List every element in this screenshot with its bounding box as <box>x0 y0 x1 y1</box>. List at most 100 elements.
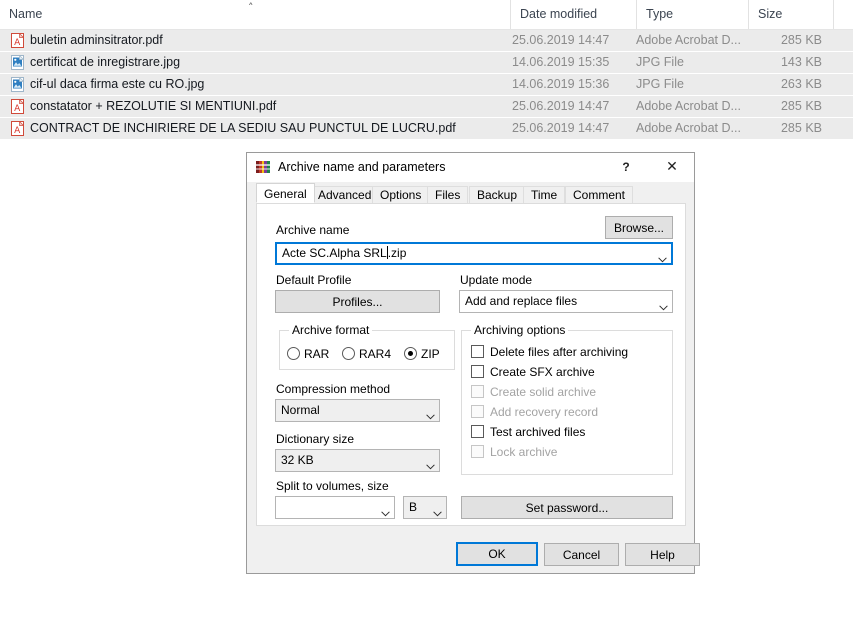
chevron-down-icon[interactable] <box>381 506 390 516</box>
svg-text:A: A <box>14 104 21 114</box>
checkbox-create-sfx-archive[interactable]: Create SFX archive <box>471 365 595 379</box>
file-size: 143 KB <box>780 55 822 69</box>
column-header-type[interactable]: Type <box>636 0 748 29</box>
winrar-books-icon <box>255 159 271 175</box>
dialog-title-bar[interactable]: Archive name and parameters ? ✕ <box>247 153 694 183</box>
ok-button[interactable]: OK <box>456 542 538 566</box>
help-button[interactable]: Help <box>625 543 700 566</box>
file-size: 285 KB <box>780 33 822 47</box>
table-row[interactable]: A CONTRACT DE INCHIRIERE DE LA SEDIU SAU… <box>0 118 853 140</box>
table-row[interactable]: certificat de inregistrare.jpg 14.06.201… <box>0 52 853 74</box>
profiles-button[interactable]: Profiles... <box>275 290 440 313</box>
column-header-size[interactable]: Size <box>748 0 833 29</box>
tab-general[interactable]: General <box>256 183 315 203</box>
radio-rar-label: RAR <box>304 347 330 361</box>
table-row[interactable]: A constatator + REZOLUTIE SI MENTIUNI.pd… <box>0 96 853 118</box>
chevron-down-icon[interactable] <box>658 252 667 262</box>
tab-backup[interactable]: Backup <box>469 186 526 203</box>
radio-indicator <box>404 347 417 360</box>
checkbox-label: Create SFX archive <box>490 365 595 379</box>
radio-rar4-label: RAR4 <box>359 347 392 361</box>
split-unit-select[interactable]: B <box>403 496 447 519</box>
chevron-down-icon[interactable] <box>433 506 442 516</box>
radio-zip[interactable]: ZIP <box>404 347 440 361</box>
archive-name-and-parameters-dialog: Archive name and parameters ? ✕ General … <box>246 152 700 574</box>
svg-text:A: A <box>14 38 21 48</box>
column-header-date-modified[interactable]: Date modified <box>510 0 636 29</box>
checkbox-add-recovery-record: Add recovery record <box>471 405 598 419</box>
dictionary-size-value: 32 KB <box>281 453 314 467</box>
file-name: buletin adminsitrator.pdf <box>30 33 163 47</box>
radio-rar[interactable]: RAR <box>287 347 329 361</box>
compression-method-select[interactable]: Normal <box>275 399 440 422</box>
checkbox-label: Delete files after archiving <box>490 345 629 359</box>
checkbox-indicator <box>471 405 484 418</box>
update-mode-select[interactable]: Add and replace files <box>459 290 673 313</box>
jpg-file-icon <box>11 54 25 70</box>
file-size: 285 KB <box>780 99 822 113</box>
update-mode-value: Add and replace files <box>465 294 578 308</box>
set-password-button[interactable]: Set password... <box>461 496 673 519</box>
archive-name-value: Acte SC.Alpha SRL.zip <box>282 246 407 260</box>
general-tab-panel: Archive name Browse... Acte SC.Alpha SRL… <box>256 203 686 526</box>
archiving-options-label: Archiving options <box>471 323 569 337</box>
checkbox-indicator <box>471 385 484 398</box>
file-date-modified: 14.06.2019 15:36 <box>512 77 610 91</box>
split-unit-value: B <box>409 500 418 514</box>
checkbox-indicator <box>471 365 484 378</box>
archive-name-input[interactable]: Acte SC.Alpha SRL.zip <box>275 242 673 265</box>
checkbox-test-archived-files[interactable]: Test archived files <box>471 425 585 439</box>
file-date-modified: 25.06.2019 14:47 <box>512 33 610 47</box>
sort-ascending-icon[interactable]: ˄ <box>248 1 254 15</box>
checkbox-delete-files-after-archiving[interactable]: Delete files after archiving <box>471 345 628 359</box>
browse-button[interactable]: Browse... <box>605 216 673 239</box>
checkbox-indicator <box>471 345 484 358</box>
split-to-volumes-label: Split to volumes, size <box>276 479 389 493</box>
cancel-button[interactable]: Cancel <box>544 543 619 566</box>
file-explorer-list: Name ˄ Date modified Type Size A buletin… <box>0 0 853 140</box>
file-name: CONTRACT DE INCHIRIERE DE LA SEDIU SAU P… <box>30 121 456 135</box>
pdf-file-icon: A <box>11 98 25 114</box>
tab-files[interactable]: Files <box>427 186 469 203</box>
checkbox-create-solid-archive: Create solid archive <box>471 385 596 399</box>
pdf-file-icon: A <box>11 120 25 136</box>
compression-method-value: Normal <box>281 403 320 417</box>
checkbox-label: Add recovery record <box>490 405 599 419</box>
tab-comment[interactable]: Comment <box>565 186 634 203</box>
archive-name-label: Archive name <box>276 223 350 237</box>
column-header-spacer <box>833 0 853 29</box>
file-name: cif-ul daca firma este cu RO.jpg <box>30 77 205 91</box>
tab-advanced[interactable]: Advanced <box>310 186 380 203</box>
table-row[interactable]: A buletin adminsitrator.pdf 25.06.2019 1… <box>0 30 853 52</box>
table-row[interactable]: cif-ul daca firma este cu RO.jpg 14.06.2… <box>0 74 853 96</box>
radio-rar4[interactable]: RAR4 <box>342 347 391 361</box>
checkbox-label: Test archived files <box>490 425 586 439</box>
radio-indicator <box>342 347 355 360</box>
close-icon[interactable]: ✕ <box>650 153 694 182</box>
radio-indicator <box>287 347 300 360</box>
checkbox-indicator <box>471 445 484 458</box>
svg-text:A: A <box>14 126 21 136</box>
archive-format-group: Archive format RAR RAR4 ZIP <box>279 323 455 370</box>
chevron-down-icon[interactable] <box>426 409 435 419</box>
checkbox-label: Create solid archive <box>490 385 597 399</box>
chevron-down-icon[interactable] <box>426 459 435 469</box>
file-size: 263 KB <box>780 77 822 91</box>
dictionary-size-label: Dictionary size <box>276 432 355 446</box>
checkbox-indicator <box>471 425 484 438</box>
chevron-down-icon[interactable] <box>659 300 668 310</box>
file-name: constatator + REZOLUTIE SI MENTIUNI.pdf <box>30 99 277 113</box>
tab-options[interactable]: Options <box>372 186 430 203</box>
default-profile-label: Default Profile <box>276 273 352 287</box>
split-to-volumes-input[interactable] <box>275 496 395 519</box>
pdf-file-icon: A <box>11 32 25 48</box>
jpg-file-icon <box>11 76 25 92</box>
help-icon[interactable]: ? <box>604 153 648 182</box>
tab-time[interactable]: Time <box>523 186 566 203</box>
dictionary-size-select[interactable]: 32 KB <box>275 449 440 472</box>
archiving-options-group: Archiving options Delete files after arc… <box>461 323 673 475</box>
file-date-modified: 25.06.2019 14:47 <box>512 121 610 135</box>
checkbox-label: Lock archive <box>490 445 558 459</box>
column-header-name[interactable]: Name <box>0 0 510 29</box>
file-size: 285 KB <box>780 121 822 135</box>
